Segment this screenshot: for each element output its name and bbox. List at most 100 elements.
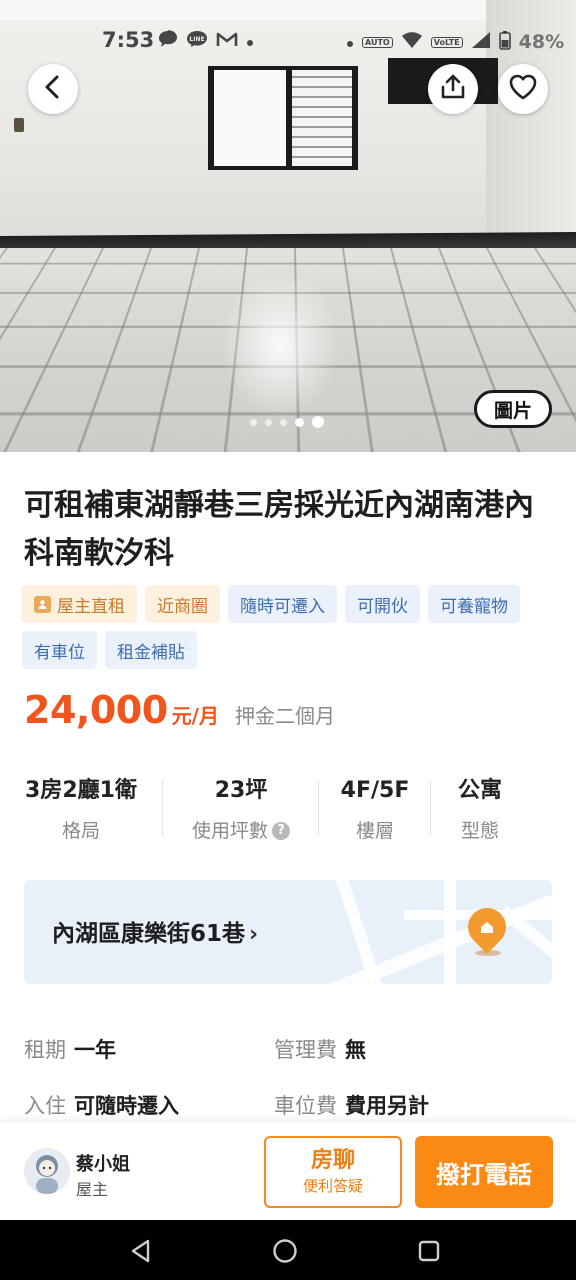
pagination-dot-active <box>312 416 324 428</box>
address-text: 內湖區康樂街61巷 <box>52 921 246 947</box>
detail-key: 車位費 <box>274 1094 337 1118</box>
spec-divider <box>430 780 431 836</box>
spec-value: 4F/5F <box>340 778 410 803</box>
detail-key: 入住 <box>24 1094 66 1118</box>
detail-parking-fee: 車位費 費用另計 <box>274 1090 524 1120</box>
dot-icon <box>346 33 354 52</box>
detail-management-fee: 管理費 無 <box>274 1034 524 1064</box>
tag-pets-allowed: 可養寵物 <box>428 585 520 623</box>
listing-photo[interactable]: 7:53 LINE AUTO VoLTE 48% 圖片 <box>0 0 576 452</box>
spec-area[interactable]: 23坪 使用坪數 ? <box>176 772 306 852</box>
heart-icon <box>508 73 538 105</box>
feature-tags: 屋主直租 近商圈 隨時可遷入 可開伙 可養寵物 有車位 租金補貼 <box>22 585 562 669</box>
chat-button-sublabel: 便利答疑 <box>302 1177 363 1195</box>
nav-home-icon[interactable] <box>272 1238 298 1264</box>
detail-value: 一年 <box>74 1038 116 1062</box>
pagination-dot <box>250 418 257 426</box>
share-button[interactable] <box>428 64 478 114</box>
tag-parking: 有車位 <box>22 631 97 669</box>
detail-move-in: 入住 可隨時遷入 <box>24 1090 274 1120</box>
spec-label: 型態 <box>460 820 499 842</box>
tag-move-in-anytime: 隨時可遷入 <box>228 585 337 623</box>
detail-value: 費用另計 <box>345 1094 429 1118</box>
auto-hz-icon: AUTO <box>362 36 393 48</box>
deposit-info: 押金二個月 <box>234 704 335 728</box>
nav-recents-icon[interactable] <box>416 1238 442 1264</box>
spec-value: 23坪 <box>214 778 268 803</box>
spec-divider <box>162 780 163 836</box>
tag-owner-direct: 屋主直租 <box>22 585 137 623</box>
status-bar: 7:53 LINE AUTO VoLTE 48% <box>0 24 576 56</box>
pagination-dot <box>295 417 304 427</box>
detail-key: 租期 <box>24 1038 66 1062</box>
tag-label: 有車位 <box>34 642 85 663</box>
tag-label: 可養寵物 <box>440 596 508 617</box>
pagination-dot <box>280 418 287 426</box>
tag-label: 近商圈 <box>157 596 208 617</box>
signal-icon <box>471 31 491 53</box>
status-time: 7:53 <box>102 28 155 52</box>
chevron-left-icon <box>42 74 64 104</box>
rent-price-unit: 元/月 <box>171 704 219 728</box>
contact-role: 屋主 <box>76 1180 109 1199</box>
spec-label: 使用坪數 <box>191 820 268 842</box>
detail-key: 管理費 <box>274 1038 337 1062</box>
volte-icon: VoLTE <box>430 36 463 48</box>
back-button[interactable] <box>28 64 78 114</box>
photo-gallery-button[interactable]: 圖片 <box>474 390 552 428</box>
detail-row: 入住 可隨時遷入 車位費 費用另計 <box>24 1090 524 1120</box>
contact-name: 蔡小姐 <box>76 1154 130 1175</box>
photo-window <box>208 66 358 170</box>
tag-label: 可開伙 <box>357 596 408 617</box>
line-app-icon: LINE <box>186 30 208 52</box>
nav-back-icon[interactable] <box>128 1238 154 1264</box>
listing-title: 可租補東湖靜巷三房採光近內湖南港內科南軟汐科 <box>24 488 534 571</box>
tag-label: 屋主直租 <box>57 596 125 617</box>
tag-label: 隨時可遷入 <box>240 596 325 617</box>
question-icon[interactable]: ? <box>272 822 290 840</box>
detail-value: 可隨時遷入 <box>74 1094 179 1118</box>
photo-floor-reflection <box>220 270 340 420</box>
favorite-button[interactable] <box>498 64 548 114</box>
battery-percent: 48% <box>518 31 565 53</box>
rent-price: 24,000 <box>24 688 168 732</box>
spec-value: 3房2廳1衛 <box>25 778 137 803</box>
notification-dot-icon <box>246 32 254 51</box>
spec-label: 格局 <box>61 820 100 842</box>
svg-text:LINE: LINE <box>189 36 204 43</box>
spec-value: 公寓 <box>457 778 502 803</box>
tag-rent-subsidy: 租金補貼 <box>105 631 197 669</box>
share-icon <box>439 73 467 105</box>
spec-label-row: 使用坪數 ? <box>176 810 306 852</box>
address-map-card[interactable]: 內湖區康樂街61巷 › <box>24 880 552 984</box>
chat-button-label: 房聊 <box>310 1148 355 1173</box>
spec-floor: 4F/5F 樓層 <box>330 772 420 852</box>
spec-label: 樓層 <box>355 820 394 842</box>
spec-type: 公寓 型態 <box>440 772 520 852</box>
detail-row: 租期 一年 管理費 無 <box>24 1034 524 1064</box>
battery-icon <box>498 30 511 54</box>
detail-value: 無 <box>345 1038 366 1062</box>
wifi-icon <box>401 31 423 53</box>
spec-summary: 3房2廳1衛 格局 23坪 使用坪數 ? 4F/5F 樓層 公寓 型態 <box>0 772 576 852</box>
avatar[interactable] <box>24 1148 70 1194</box>
contact-bar: 蔡小姐 屋主 房聊 便利答疑 撥打電話 <box>0 1122 576 1220</box>
chevron-right-icon: › <box>249 922 259 947</box>
tag-cooking-allowed: 可開伙 <box>345 585 420 623</box>
photo-pagination <box>250 416 324 428</box>
spec-layout: 3房2廳1衛 格局 <box>20 772 142 852</box>
map-road <box>444 880 456 984</box>
photo-light-switch <box>14 118 24 132</box>
owner-icon <box>34 595 51 613</box>
detail-lease-term: 租期 一年 <box>24 1034 274 1064</box>
tag-label: 租金補貼 <box>117 642 185 663</box>
system-nav-bar <box>0 1220 576 1280</box>
price-row: 24,000 元/月 押金二個月 <box>24 688 335 732</box>
chat-button[interactable]: 房聊 便利答疑 <box>264 1136 402 1208</box>
address-link[interactable]: 內湖區康樂街61巷 › <box>52 914 258 948</box>
pagination-dot <box>265 418 272 426</box>
call-button[interactable]: 撥打電話 <box>415 1136 553 1208</box>
chat-notification-icon <box>158 30 178 52</box>
gmail-icon <box>216 31 238 51</box>
tag-near-shopping: 近商圈 <box>145 585 220 623</box>
